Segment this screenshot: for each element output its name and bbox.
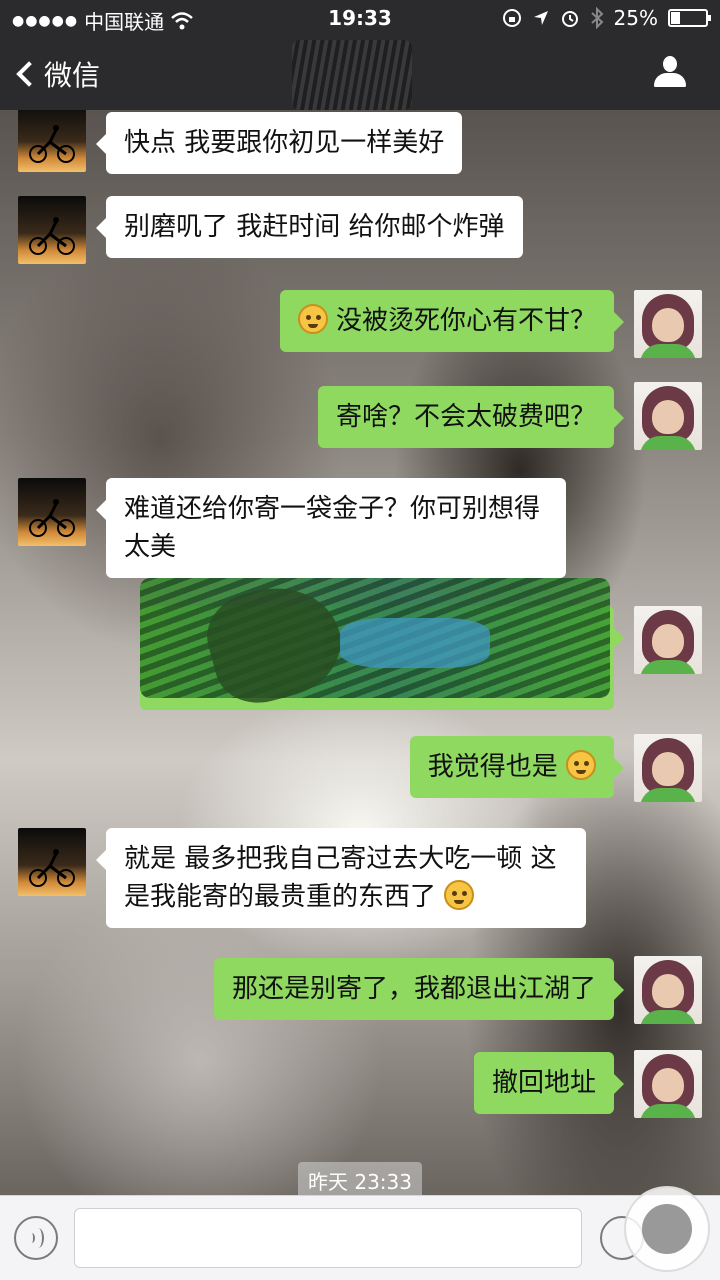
battery-percent: 25% bbox=[613, 6, 658, 30]
location-icon bbox=[533, 11, 548, 25]
person-icon bbox=[663, 56, 677, 72]
battery-icon bbox=[668, 9, 711, 27]
cyclist-silhouette-icon bbox=[29, 217, 75, 255]
my-avatar[interactable] bbox=[634, 382, 702, 450]
my-avatar[interactable] bbox=[634, 956, 702, 1024]
message-text: 我觉得也是 bbox=[427, 752, 558, 782]
message-bubble-incoming[interactable]: 难道还给你寄一袋金子？你可别想得太美 bbox=[96, 478, 566, 578]
friend-avatar[interactable] bbox=[18, 828, 86, 896]
message-bubble-outgoing[interactable]: 没被烫死你心有不甘？ bbox=[279, 290, 625, 352]
chat-message-list[interactable]: 快点 我要跟你初见一样美好 别磨叽了 我赶时间 给你邮个炸弹 没被烫死你心有不甘… bbox=[0, 110, 720, 1195]
alarm-icon bbox=[561, 11, 578, 27]
message-timestamp: 昨天 23:33 bbox=[298, 1162, 422, 1199]
grimace-emoji-icon bbox=[444, 880, 475, 910]
message-bubble-outgoing[interactable]: 那还是别寄了，我都退出江湖了 bbox=[213, 958, 625, 1020]
message-bubble-outgoing[interactable]: 寄啥？不会太破费吧？ bbox=[317, 386, 625, 448]
my-avatar[interactable] bbox=[634, 1050, 702, 1118]
message-text: 别磨叽了 我赶时间 给你邮个炸弹 bbox=[124, 212, 505, 242]
watermark-seal bbox=[624, 1186, 710, 1272]
message-bubble-incoming[interactable]: 别磨叽了 我赶时间 给你邮个炸弹 bbox=[96, 196, 523, 258]
message-bubble-incoming[interactable]: 就是 最多把我自己寄过去大吃一顿 这是我能寄的最贵重的东西了 bbox=[96, 828, 586, 928]
battery-level bbox=[671, 12, 680, 24]
navigation-bar: 微信 bbox=[0, 36, 720, 110]
message-text-input[interactable] bbox=[74, 1208, 582, 1268]
message-text: 那还是别寄了，我都退出江湖了 bbox=[231, 974, 596, 1004]
message-text: 寄啥？不会太破费吧？ bbox=[335, 402, 596, 432]
rotation-lock-icon bbox=[502, 9, 521, 27]
message-text: 快点 我要跟你初见一样美好 bbox=[124, 128, 445, 158]
status-bar: ●●●●● 中国联通 19:33 25% bbox=[0, 0, 720, 36]
message-bubble-outgoing[interactable]: 我觉得也是 bbox=[409, 736, 625, 798]
friend-avatar[interactable] bbox=[18, 110, 86, 172]
cyclist-silhouette-icon bbox=[29, 849, 75, 887]
my-avatar[interactable] bbox=[634, 606, 702, 674]
my-avatar[interactable] bbox=[634, 734, 702, 802]
friend-avatar[interactable] bbox=[18, 196, 86, 264]
message-text: 没被烫死你心有不甘？ bbox=[335, 306, 596, 336]
cyclist-silhouette-icon bbox=[29, 125, 75, 163]
message-text: 就是 最多把我自己寄过去大吃一顿 这是我能寄的最贵重的东西了 bbox=[124, 844, 557, 912]
bluetooth-icon bbox=[590, 7, 603, 29]
back-button[interactable]: 微信 bbox=[16, 54, 101, 94]
redaction-scribble bbox=[140, 573, 610, 713]
redacted-chat-title bbox=[292, 40, 412, 110]
message-text: 难道还给你寄一袋金子？你可别想得太美 bbox=[124, 494, 541, 562]
dazed-emoji-icon bbox=[566, 750, 596, 780]
voice-input-button[interactable] bbox=[14, 1216, 58, 1260]
smirk-emoji-icon bbox=[297, 304, 328, 334]
message-bubble-outgoing[interactable]: 撤回地址 bbox=[473, 1052, 625, 1114]
contact-profile-button[interactable] bbox=[654, 56, 686, 88]
friend-avatar[interactable] bbox=[18, 478, 86, 546]
message-input-bar bbox=[0, 1195, 720, 1280]
my-avatar[interactable] bbox=[634, 290, 702, 358]
back-label: 微信 bbox=[44, 59, 101, 92]
message-text: 撤回地址 bbox=[491, 1068, 596, 1098]
message-bubble-incoming[interactable]: 快点 我要跟你初见一样美好 bbox=[95, 112, 463, 174]
cyclist-silhouette-icon bbox=[29, 499, 75, 537]
chevron-left-icon bbox=[16, 61, 42, 87]
